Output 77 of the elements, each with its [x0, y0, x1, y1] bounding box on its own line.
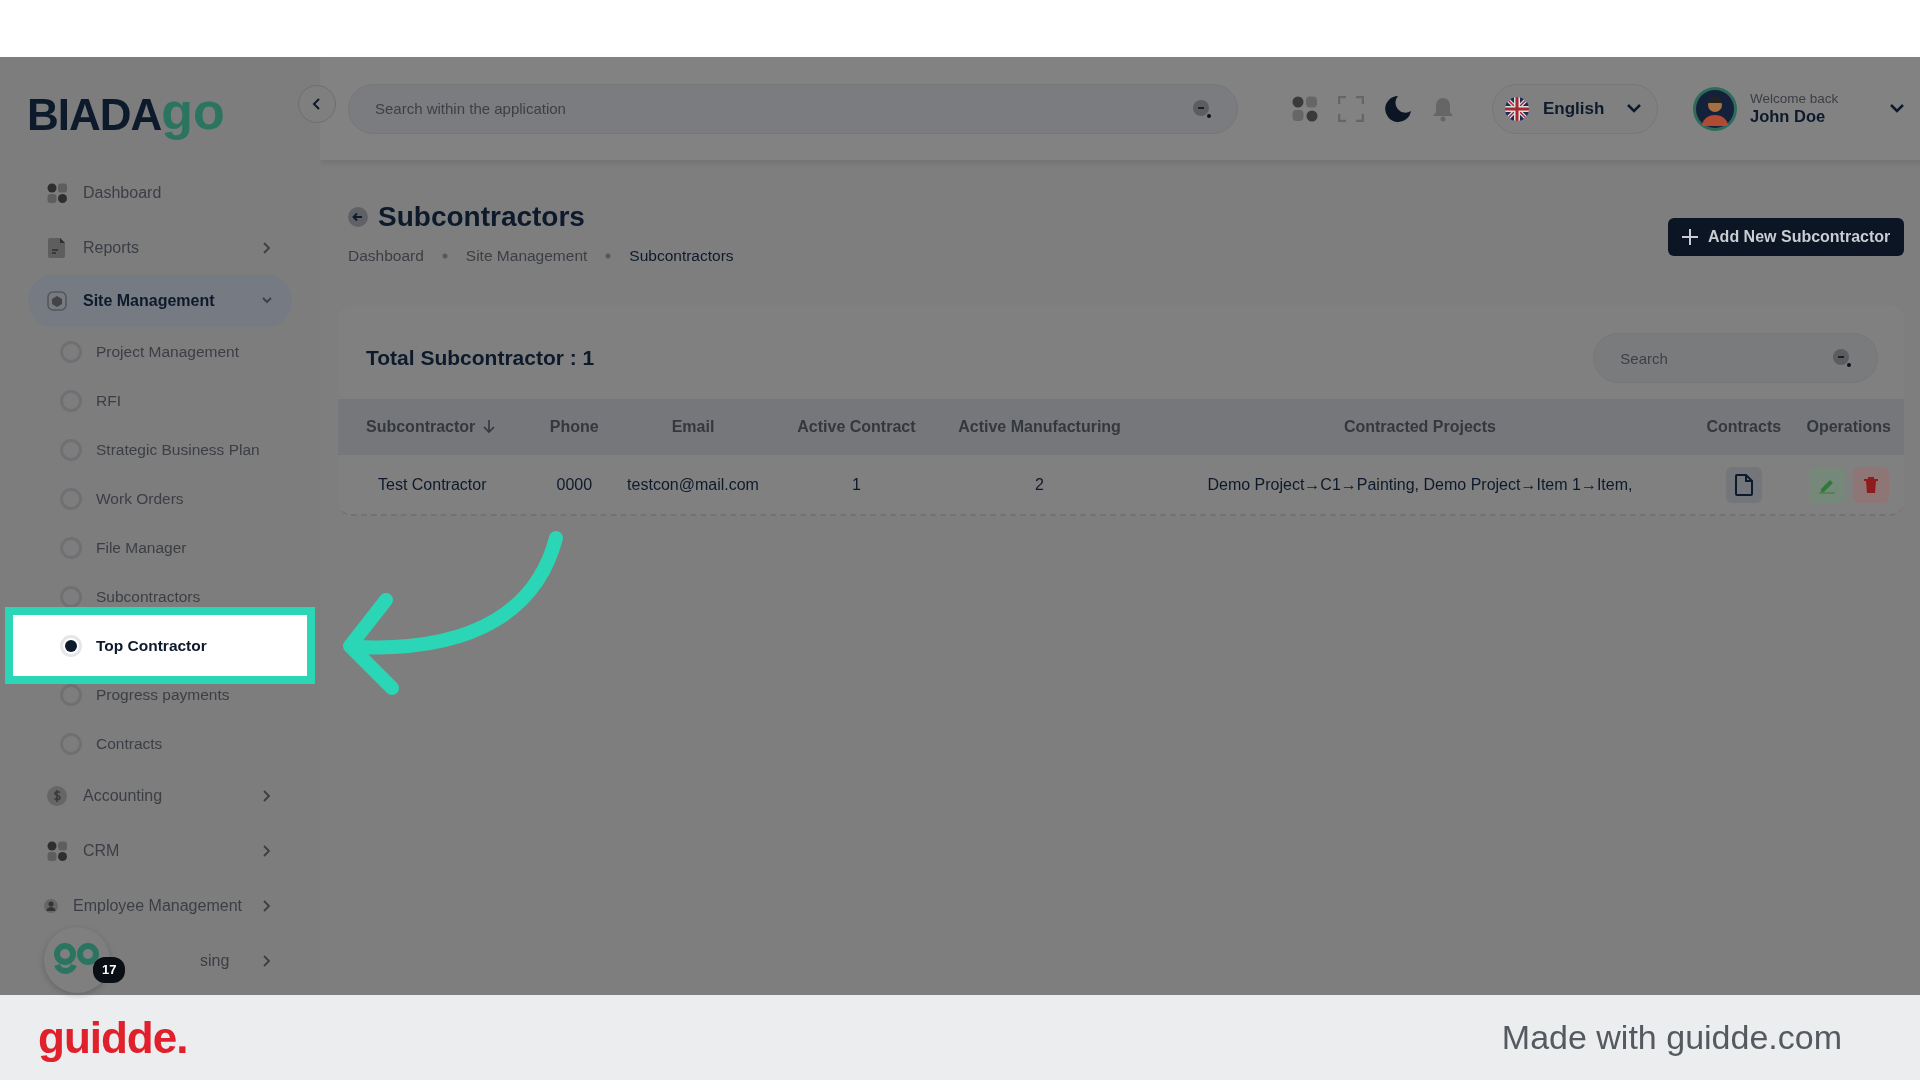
- table-cell: 0000: [556, 475, 593, 493]
- sidebar-item[interactable]: Reports: [83, 235, 140, 260]
- search-field[interactable]: Search: [1593, 333, 1879, 383]
- sidebar-item[interactable]: Dashboard: [83, 180, 162, 205]
- table-cell: Test Contractor: [378, 475, 487, 493]
- table-cell: 2: [1035, 475, 1044, 493]
- sidebar-subitem[interactable]: RFI: [96, 388, 121, 413]
- column-header: Email: [671, 418, 715, 435]
- table-cell: Demo Project→C1→Painting, Demo Project→Item 1→Item,: [1207, 475, 1633, 493]
- sidebar-subitem[interactable]: Subcontractors: [96, 584, 201, 609]
- grid-icon: [47, 182, 67, 203]
- sidebar-subitem[interactable]: File Manager: [96, 535, 187, 560]
- sidebar-subitem[interactable]: Strategic Business Plan: [96, 437, 260, 462]
- sidebar-item[interactable]: sing: [200, 948, 230, 973]
- document-icon: [47, 237, 67, 258]
- moon-icon[interactable]: [1384, 94, 1412, 123]
- column-header: Contracts: [1706, 418, 1782, 435]
- fullscreen-icon[interactable]: [1338, 95, 1364, 122]
- chevron-right-icon[interactable]: [262, 953, 272, 968]
- search-field[interactable]: Search within the application: [348, 83, 1238, 134]
- radio-icon: [60, 634, 82, 657]
- sidebar-subitem[interactable]: Project Management: [96, 339, 240, 364]
- column-header: Operations: [1806, 418, 1891, 435]
- sidebar-subitem[interactable]: Contracts: [96, 731, 163, 756]
- greeting-text: Welcome back: [1750, 91, 1839, 107]
- go-logo-icon: [54, 943, 100, 977]
- edit-button[interactable]: [1808, 466, 1845, 503]
- breadcrumb-link[interactable]: Subcontractors: [629, 244, 734, 268]
- document-icon: [1734, 473, 1753, 496]
- sidebar-item[interactable]: Accounting: [83, 783, 163, 808]
- breadcrumb-link[interactable]: Site Management: [465, 244, 588, 268]
- sidebar-subitem[interactable]: Work Orders: [96, 486, 184, 511]
- language-select[interactable]: English: [1492, 83, 1658, 134]
- brand-logo: guidde.: [38, 1011, 188, 1064]
- chevron-right-icon[interactable]: [262, 788, 272, 803]
- chevron-right-icon[interactable]: [262, 843, 272, 858]
- avatar[interactable]: [1692, 85, 1738, 132]
- chevron-right-icon[interactable]: [262, 898, 272, 913]
- card-title: Total Subcontractor : 1: [366, 345, 595, 372]
- trash-icon: [1862, 475, 1879, 494]
- sidebar-item[interactable]: CRM: [83, 838, 120, 863]
- cube-icon: [47, 291, 67, 311]
- separator-dot: [441, 252, 448, 259]
- sidebar-item[interactable]: Site Management: [83, 289, 215, 313]
- sidebar-subitem[interactable]: Top Contractor: [96, 633, 207, 658]
- delete-button[interactable]: [1852, 466, 1889, 503]
- page-title: Subcontractors: [378, 200, 585, 234]
- chevron-down-icon: [1627, 104, 1641, 113]
- column-header: Active Manufacturing: [958, 418, 1121, 435]
- dollar-icon: [47, 785, 67, 806]
- apps-icon[interactable]: [1292, 95, 1318, 122]
- contract-button[interactable]: [1725, 466, 1762, 503]
- chevron-right-icon[interactable]: [262, 240, 272, 255]
- user-name: John Doe: [1750, 106, 1827, 126]
- search-icon: [1832, 348, 1853, 368]
- separator-dot: [605, 252, 612, 259]
- column-header: Phone: [549, 418, 599, 435]
- add-subcontractor-button[interactable]: Add New Subcontractor: [1668, 218, 1905, 256]
- bell-icon[interactable]: [1432, 95, 1454, 122]
- back-icon[interactable]: [348, 207, 368, 227]
- search-icon: [1192, 98, 1212, 119]
- sidebar-item[interactable]: Employee Management: [73, 893, 242, 918]
- footer-note: Made with guidde.com: [1501, 1017, 1842, 1058]
- radio-icon: [60, 683, 82, 706]
- table-cell: testcon@mail.com: [627, 475, 759, 493]
- plus-icon: [1682, 229, 1699, 245]
- column-header: Contracted Projects: [1343, 418, 1496, 435]
- sort-arrow-icon[interactable]: [483, 420, 496, 434]
- table-cell: 1: [851, 475, 861, 493]
- grid-icon: [47, 840, 67, 861]
- chevron-left-icon: [312, 98, 322, 110]
- flag-icon: [1505, 96, 1529, 121]
- collapse-button[interactable]: [298, 85, 336, 123]
- breadcrumb-link[interactable]: Dashboard: [348, 244, 424, 268]
- column-header: Active Contract: [797, 418, 916, 435]
- sidebar-subitem[interactable]: Progress payments: [96, 682, 230, 707]
- chevron-down-icon[interactable]: [1890, 104, 1905, 113]
